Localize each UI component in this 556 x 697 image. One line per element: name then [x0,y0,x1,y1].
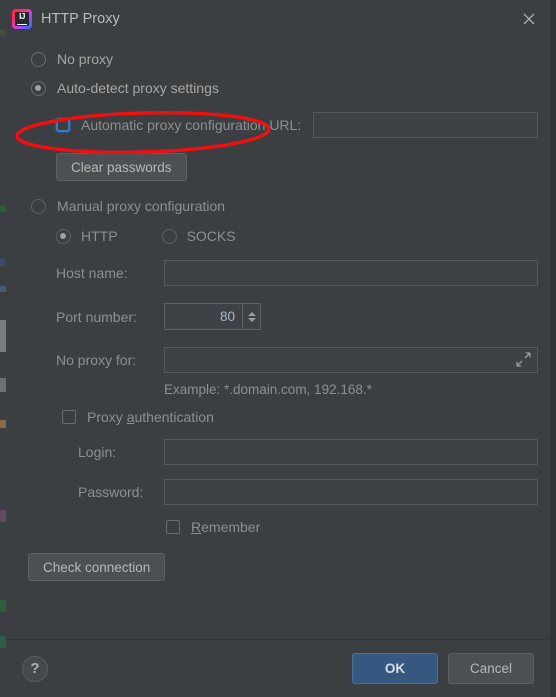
label-socks: SOCKS [186,228,236,244]
mnemonic-a: a [126,409,135,425]
input-login[interactable] [164,439,538,465]
ok-button[interactable]: OK [352,653,438,684]
dialog-titlebar: IJ HTTP Proxy [6,0,550,38]
clear-passwords-button[interactable]: Clear passwords [56,153,187,181]
pac-url-row: Automatic proxy configuration URL: [18,112,538,138]
option-row-no-proxy[interactable]: No proxy [18,51,538,67]
label-automatic-proxy-configuration-url: Automatic proxy configuration URL: [81,117,302,133]
http-proxy-dialog: IJ HTTP Proxy No proxy Auto-detect proxy… [6,0,550,697]
check-connection-button[interactable]: Check connection [28,553,166,581]
no-proxy-for-row: No proxy for: [18,347,538,373]
radio-manual-proxy-configuration[interactable] [31,198,46,214]
port-number-spinner[interactable]: 80 [164,303,261,330]
label-host-name: Host name: [56,265,128,281]
chevron-down-icon[interactable] [247,317,256,322]
input-no-proxy-for[interactable] [164,347,538,373]
option-row-manual[interactable]: Manual proxy configuration [18,198,538,214]
radio-no-proxy[interactable] [31,51,46,67]
question-mark-icon[interactable]: ? [22,655,48,682]
remember-row: Remember [18,519,538,535]
label-no-proxy: No proxy [57,51,114,67]
radio-http[interactable] [56,228,71,244]
label-login: Login: [78,444,117,460]
cancel-button[interactable]: Cancel [448,653,534,684]
close-icon[interactable] [512,4,546,34]
label-auto-detect: Auto-detect proxy settings [57,80,219,96]
host-name-row: Host name: [18,260,538,286]
label-remember: Remember [191,519,261,535]
proxy-authentication-row: Proxy authentication [18,409,538,425]
login-row: Login: [18,439,538,465]
port-number-row: Port number: 80 [18,303,538,330]
label-proxy-authentication: Proxy authentication [87,409,214,425]
input-host-name[interactable] [164,260,538,286]
dialog-footer: ? OK Cancel [6,639,550,697]
background-window-right-strip [550,0,556,697]
spinner-arrows[interactable] [242,303,261,330]
label-manual-proxy-configuration: Manual proxy configuration [57,198,226,214]
intellij-idea-icon: IJ [12,9,32,29]
protocol-row: HTTP SOCKS [18,228,538,244]
example-row: Example: *.domain.com, 192.168.* [18,382,538,397]
check-connection-row: Check connection [18,553,538,581]
input-password[interactable] [164,479,538,505]
dialog-content: No proxy Auto-detect proxy settings Auto… [6,38,550,639]
clear-passwords-row: Clear passwords [18,153,538,181]
label-password: Password: [78,484,144,500]
label-example: Example: *.domain.com, 192.168.* [164,382,372,397]
checkbox-proxy-authentication[interactable] [62,410,76,424]
mnemonic-r: R [191,519,202,535]
input-port-number[interactable]: 80 [164,303,242,330]
checkbox-automatic-proxy-configuration-url[interactable] [56,118,70,132]
option-row-auto-detect[interactable]: Auto-detect proxy settings [18,80,538,96]
expand-arrows-icon[interactable] [516,352,531,370]
password-row: Password: [18,479,538,505]
input-automatic-proxy-configuration-url[interactable] [313,112,538,138]
radio-auto-detect[interactable] [31,80,46,96]
radio-socks[interactable] [161,228,177,244]
label-port-number: Port number: [56,308,137,325]
checkbox-remember[interactable] [166,520,180,534]
chevron-up-icon[interactable] [247,311,256,316]
dialog-title: HTTP Proxy [41,11,120,27]
label-http: HTTP [81,228,118,244]
label-no-proxy-for: No proxy for: [56,352,137,368]
